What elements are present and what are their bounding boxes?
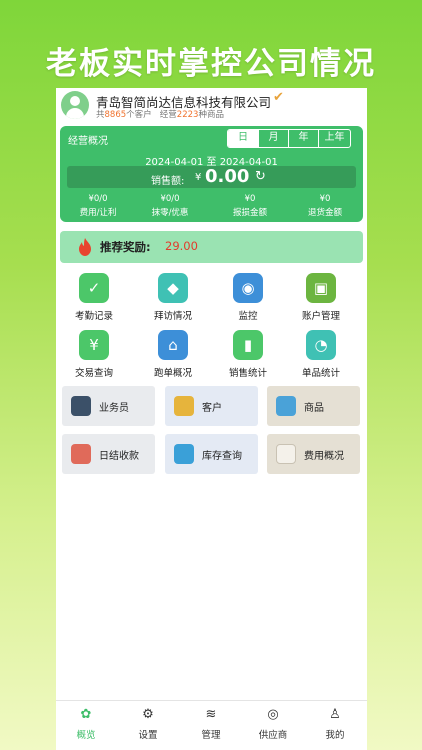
coin-icon: ¥	[79, 330, 109, 360]
grid-label: 销售统计	[228, 368, 267, 379]
product-prefix: 经营	[159, 110, 177, 120]
tile-inventory[interactable]: 库存查询	[165, 434, 258, 474]
nav-profile[interactable]: ♙ 我的	[310, 706, 360, 741]
calendar-check-icon: ✓	[79, 273, 109, 303]
hero-title: 老板实时掌控公司情况	[46, 46, 376, 82]
grid-label: 单品统计	[301, 368, 340, 379]
wallet-icon: ▣	[306, 273, 336, 303]
metric-value: ¥0	[319, 194, 331, 204]
metric-return[interactable]: ¥0 退货金额	[295, 194, 355, 218]
grid-label: 交易查询	[74, 368, 113, 379]
sales-total: 销售额: ¥ 0.00 ↻	[67, 166, 356, 188]
tab-year[interactable]: 年	[288, 130, 318, 147]
fire-icon	[79, 238, 91, 256]
app-screen: 青岛智简尚达信息科技有限公司 ✔ 共8865个客户 经营2223种商品 经营概况…	[56, 88, 367, 750]
bar-chart-icon: ▮	[233, 330, 263, 360]
location-icon: ⌂	[158, 330, 188, 360]
inventory-icon	[174, 444, 194, 464]
nav-label: 我的	[325, 730, 345, 741]
grid-item-accounts[interactable]: ▣ 账户管理	[290, 273, 352, 322]
nav-overview[interactable]: ✿ 概览	[61, 706, 111, 741]
nav-label: 概览	[76, 730, 96, 741]
nav-label: 供应商	[258, 730, 288, 741]
overview-icon: ✿	[80, 707, 92, 722]
grid-label: 跑单概况	[153, 368, 192, 379]
stats-prefix: 共	[96, 110, 105, 120]
sales-label: 销售额:	[151, 176, 185, 187]
nav-settings[interactable]: ⚙ 设置	[123, 706, 173, 741]
supplier-icon: ◎	[267, 707, 279, 722]
reward-value: 29.00	[165, 239, 198, 253]
product-suffix: 种商品	[198, 110, 224, 120]
camera-icon: ◉	[233, 273, 263, 303]
verified-icon: ✔	[273, 90, 284, 105]
tile-label: 商品	[304, 403, 324, 414]
person-icon	[71, 396, 91, 416]
summary-title: 经营概况	[68, 136, 108, 147]
customer-suffix: 个客户	[126, 110, 152, 120]
company-stats: 共8865个客户 经营2223种商品	[96, 108, 224, 120]
grid-item-attendance[interactable]: ✓ 考勤记录	[63, 273, 125, 322]
grid-label: 账户管理	[301, 311, 340, 322]
bottom-nav: ✿ 概览 ⚙ 设置 ≋ 管理 ◎ 供应商 ♙ 我的	[56, 700, 367, 750]
sales-currency: ¥	[195, 172, 202, 183]
customers-icon	[174, 396, 194, 416]
tile-label: 库存查询	[202, 451, 242, 462]
avatar[interactable]	[61, 91, 89, 119]
payment-icon	[71, 444, 91, 464]
nav-management[interactable]: ≋ 管理	[186, 706, 236, 741]
metric-label: 退货金额	[307, 208, 342, 218]
metric-value: ¥0	[244, 194, 256, 204]
metric-expense[interactable]: ¥0/0 费用/让利	[68, 194, 128, 218]
settings-icon: ⚙	[142, 707, 154, 722]
nav-suppliers[interactable]: ◎ 供应商	[248, 706, 298, 741]
nav-label: 管理	[201, 730, 221, 741]
tag-icon: ◆	[158, 273, 188, 303]
grid-label: 监控	[238, 311, 258, 322]
company-header[interactable]: 青岛智简尚达信息科技有限公司 ✔ 共8865个客户 经营2223种商品	[56, 88, 367, 122]
metric-discount[interactable]: ¥0/0 抹零/优惠	[140, 194, 200, 218]
business-summary-card: 经营概况 日 月 年 上年 2024-04-01 至 2024-04-01 销售…	[60, 126, 363, 222]
grid-item-sales-stats[interactable]: ▮ 销售统计	[217, 330, 279, 379]
grid-item-monitor[interactable]: ◉ 监控	[217, 273, 279, 322]
tile-label: 业务员	[99, 403, 129, 414]
tile-products[interactable]: 商品	[267, 386, 360, 426]
tab-last-year[interactable]: 上年	[318, 130, 350, 147]
grid-item-transactions[interactable]: ¥ 交易查询	[63, 330, 125, 379]
pie-chart-icon: ◔	[306, 330, 336, 360]
tile-label: 客户	[202, 403, 222, 414]
metric-value: ¥0/0	[88, 194, 108, 204]
nav-label: 设置	[138, 730, 158, 741]
grid-item-visits[interactable]: ◆ 拜访情况	[142, 273, 204, 322]
metric-label: 费用/让利	[79, 208, 117, 218]
refresh-icon[interactable]: ↻	[255, 169, 266, 184]
tile-salesperson[interactable]: 业务员	[62, 386, 155, 426]
profile-icon: ♙	[329, 707, 341, 722]
tile-label: 费用概况	[304, 451, 344, 462]
tile-expenses[interactable]: 费用概况	[267, 434, 360, 474]
layers-icon: ≋	[205, 707, 217, 722]
tab-day[interactable]: 日	[228, 130, 258, 147]
tab-month[interactable]: 月	[258, 130, 288, 147]
tile-label: 日结收款	[99, 451, 139, 462]
metric-label: 抹零/优惠	[151, 208, 189, 218]
referral-reward[interactable]: 推荐奖励: 29.00	[60, 231, 363, 263]
metric-value: ¥0/0	[160, 194, 180, 204]
period-tabs: 日 月 年 上年	[227, 129, 351, 148]
tile-customers[interactable]: 客户	[165, 386, 258, 426]
grid-item-runs[interactable]: ⌂ 跑单概况	[142, 330, 204, 379]
grid-item-product-stats[interactable]: ◔ 单品统计	[290, 330, 352, 379]
metric-label: 报损金额	[232, 208, 267, 218]
grid-label: 拜访情况	[153, 311, 192, 322]
product-count: 2223	[176, 110, 199, 120]
sales-value: 0.00	[205, 166, 250, 187]
box-icon	[276, 396, 296, 416]
customer-count: 8865	[104, 110, 127, 120]
expense-icon	[276, 444, 296, 464]
grid-label: 考勤记录	[74, 311, 113, 322]
tile-daily-collection[interactable]: 日结收款	[62, 434, 155, 474]
metric-loss[interactable]: ¥0 报损金额	[220, 194, 280, 218]
reward-label: 推荐奖励:	[100, 240, 151, 254]
